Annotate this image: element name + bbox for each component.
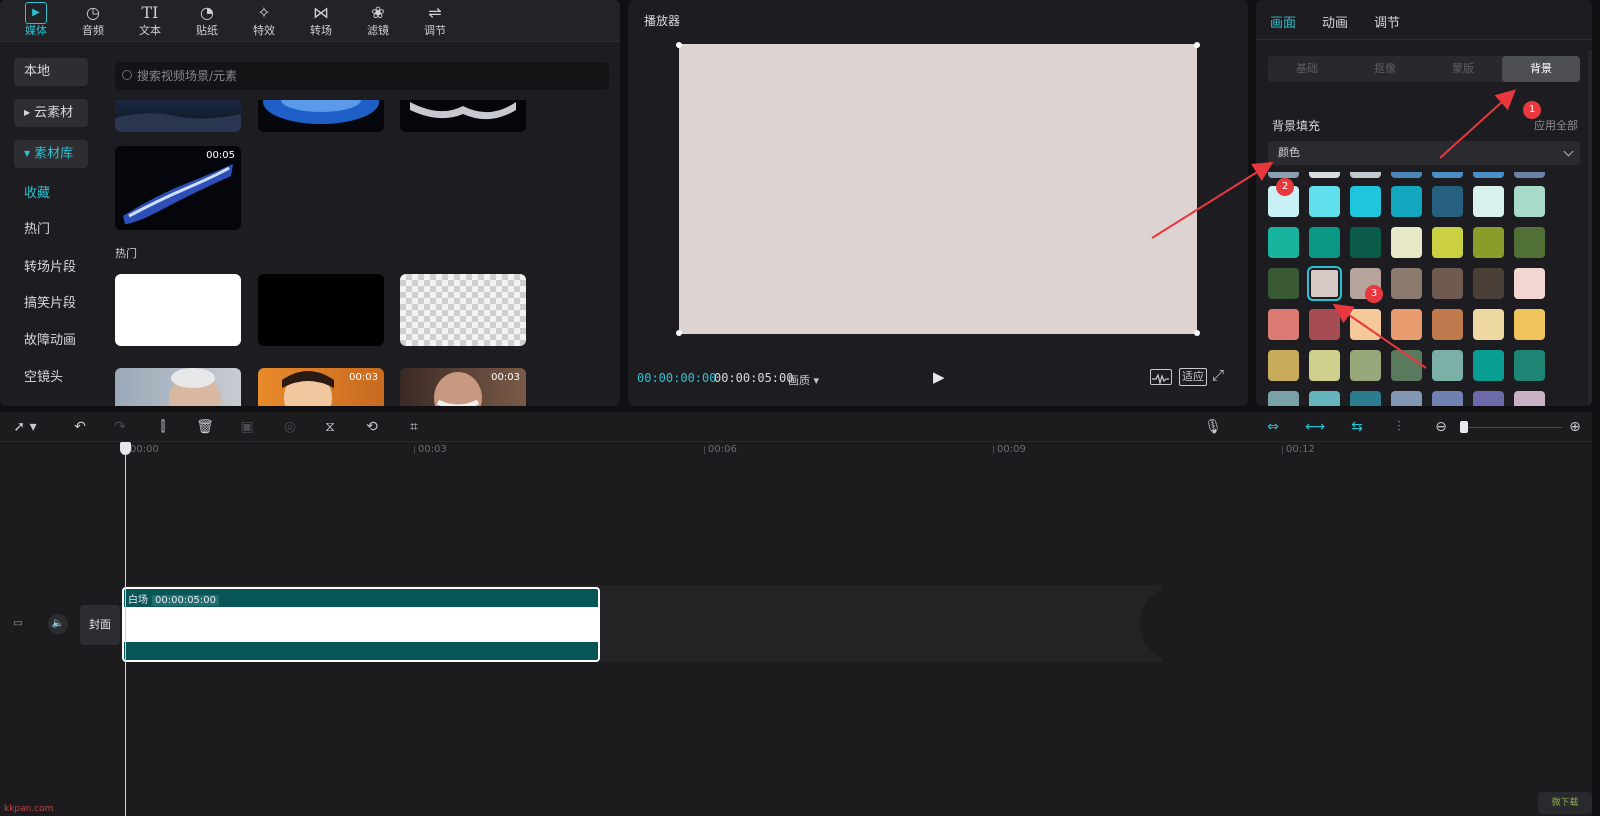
clip-header: 白场 00:00:05:00 [124,589,598,607]
clip-footer [124,642,598,660]
annotation-badge: 1 [1523,101,1541,119]
zoom-in-icon[interactable]: ⊕ [1565,418,1585,436]
reverse-icon[interactable]: ◎ [280,418,300,436]
main-track-magnet-icon[interactable]: ⇔ [1263,418,1283,436]
crop-icon[interactable]: ⌗ [404,418,424,436]
track-mute-icon[interactable]: 🔈 [48,614,68,634]
ruler-label: 00:03 [418,444,447,455]
ruler-tick [704,446,705,454]
timeline-clip[interactable]: 白场 00:00:05:00 [122,587,600,662]
ruler-tick [414,446,415,454]
cover-button[interactable]: 封面 [80,605,120,645]
clip-label: 白场 00:00:05:00 [128,591,220,606]
ruler-label: 00:06 [708,444,737,455]
freeze-icon[interactable]: ▣ [237,418,257,436]
watermark-text: kkpan.com [4,804,54,814]
microphone-icon[interactable]: 🎙 [1203,418,1223,436]
ruler-label: 00:00 [130,444,159,455]
mirror-icon[interactable]: ⧖ [320,418,340,436]
time-ruler[interactable]: 00:00 00:03 00:06 00:09 00:12 [0,442,1592,458]
linkage-icon[interactable]: ⇆ [1347,418,1367,436]
ruler-label: 00:09 [997,444,1026,455]
clip-name: 白场 [128,595,148,606]
playhead-handle[interactable] [120,442,131,455]
playhead[interactable] [125,442,126,816]
zoom-out-icon[interactable]: ⊖ [1431,418,1451,436]
auto-snap-icon[interactable]: ⟷ [1305,418,1325,436]
annotation-badge: 3 [1365,285,1383,303]
undo-icon[interactable]: ↶ [70,418,90,436]
track-video-icon[interactable]: ▭ [8,614,28,634]
zoom-slider-handle[interactable] [1460,421,1468,433]
split-icon[interactable]: ⫿ [153,418,173,436]
rotate-icon[interactable]: ⟲ [362,418,382,436]
watermark-logo: 微下载 [1538,792,1592,814]
redo-icon[interactable]: ↷ [110,418,130,436]
select-tool-icon[interactable]: ➚ ▾ [8,418,42,436]
clip-duration: 00:00:05:00 [152,595,220,606]
timeline-toolbar: ➚ ▾ ↶ ↷ ⫿ 🗑 ▣ ◎ ⧖ ⟲ ⌗ 🎙 ⇔ ⟷ ⇆ ⫶ ⊖ ⊕ [0,412,1592,442]
delete-icon[interactable]: 🗑 [195,418,215,436]
preview-axis-icon[interactable]: ⫶ [1389,418,1409,436]
annotation-badge: 2 [1276,178,1294,196]
ruler-tick [993,446,994,454]
ruler-tick [1282,446,1283,454]
zoom-slider-track[interactable] [1462,427,1562,428]
ruler-label: 00:12 [1286,444,1315,455]
